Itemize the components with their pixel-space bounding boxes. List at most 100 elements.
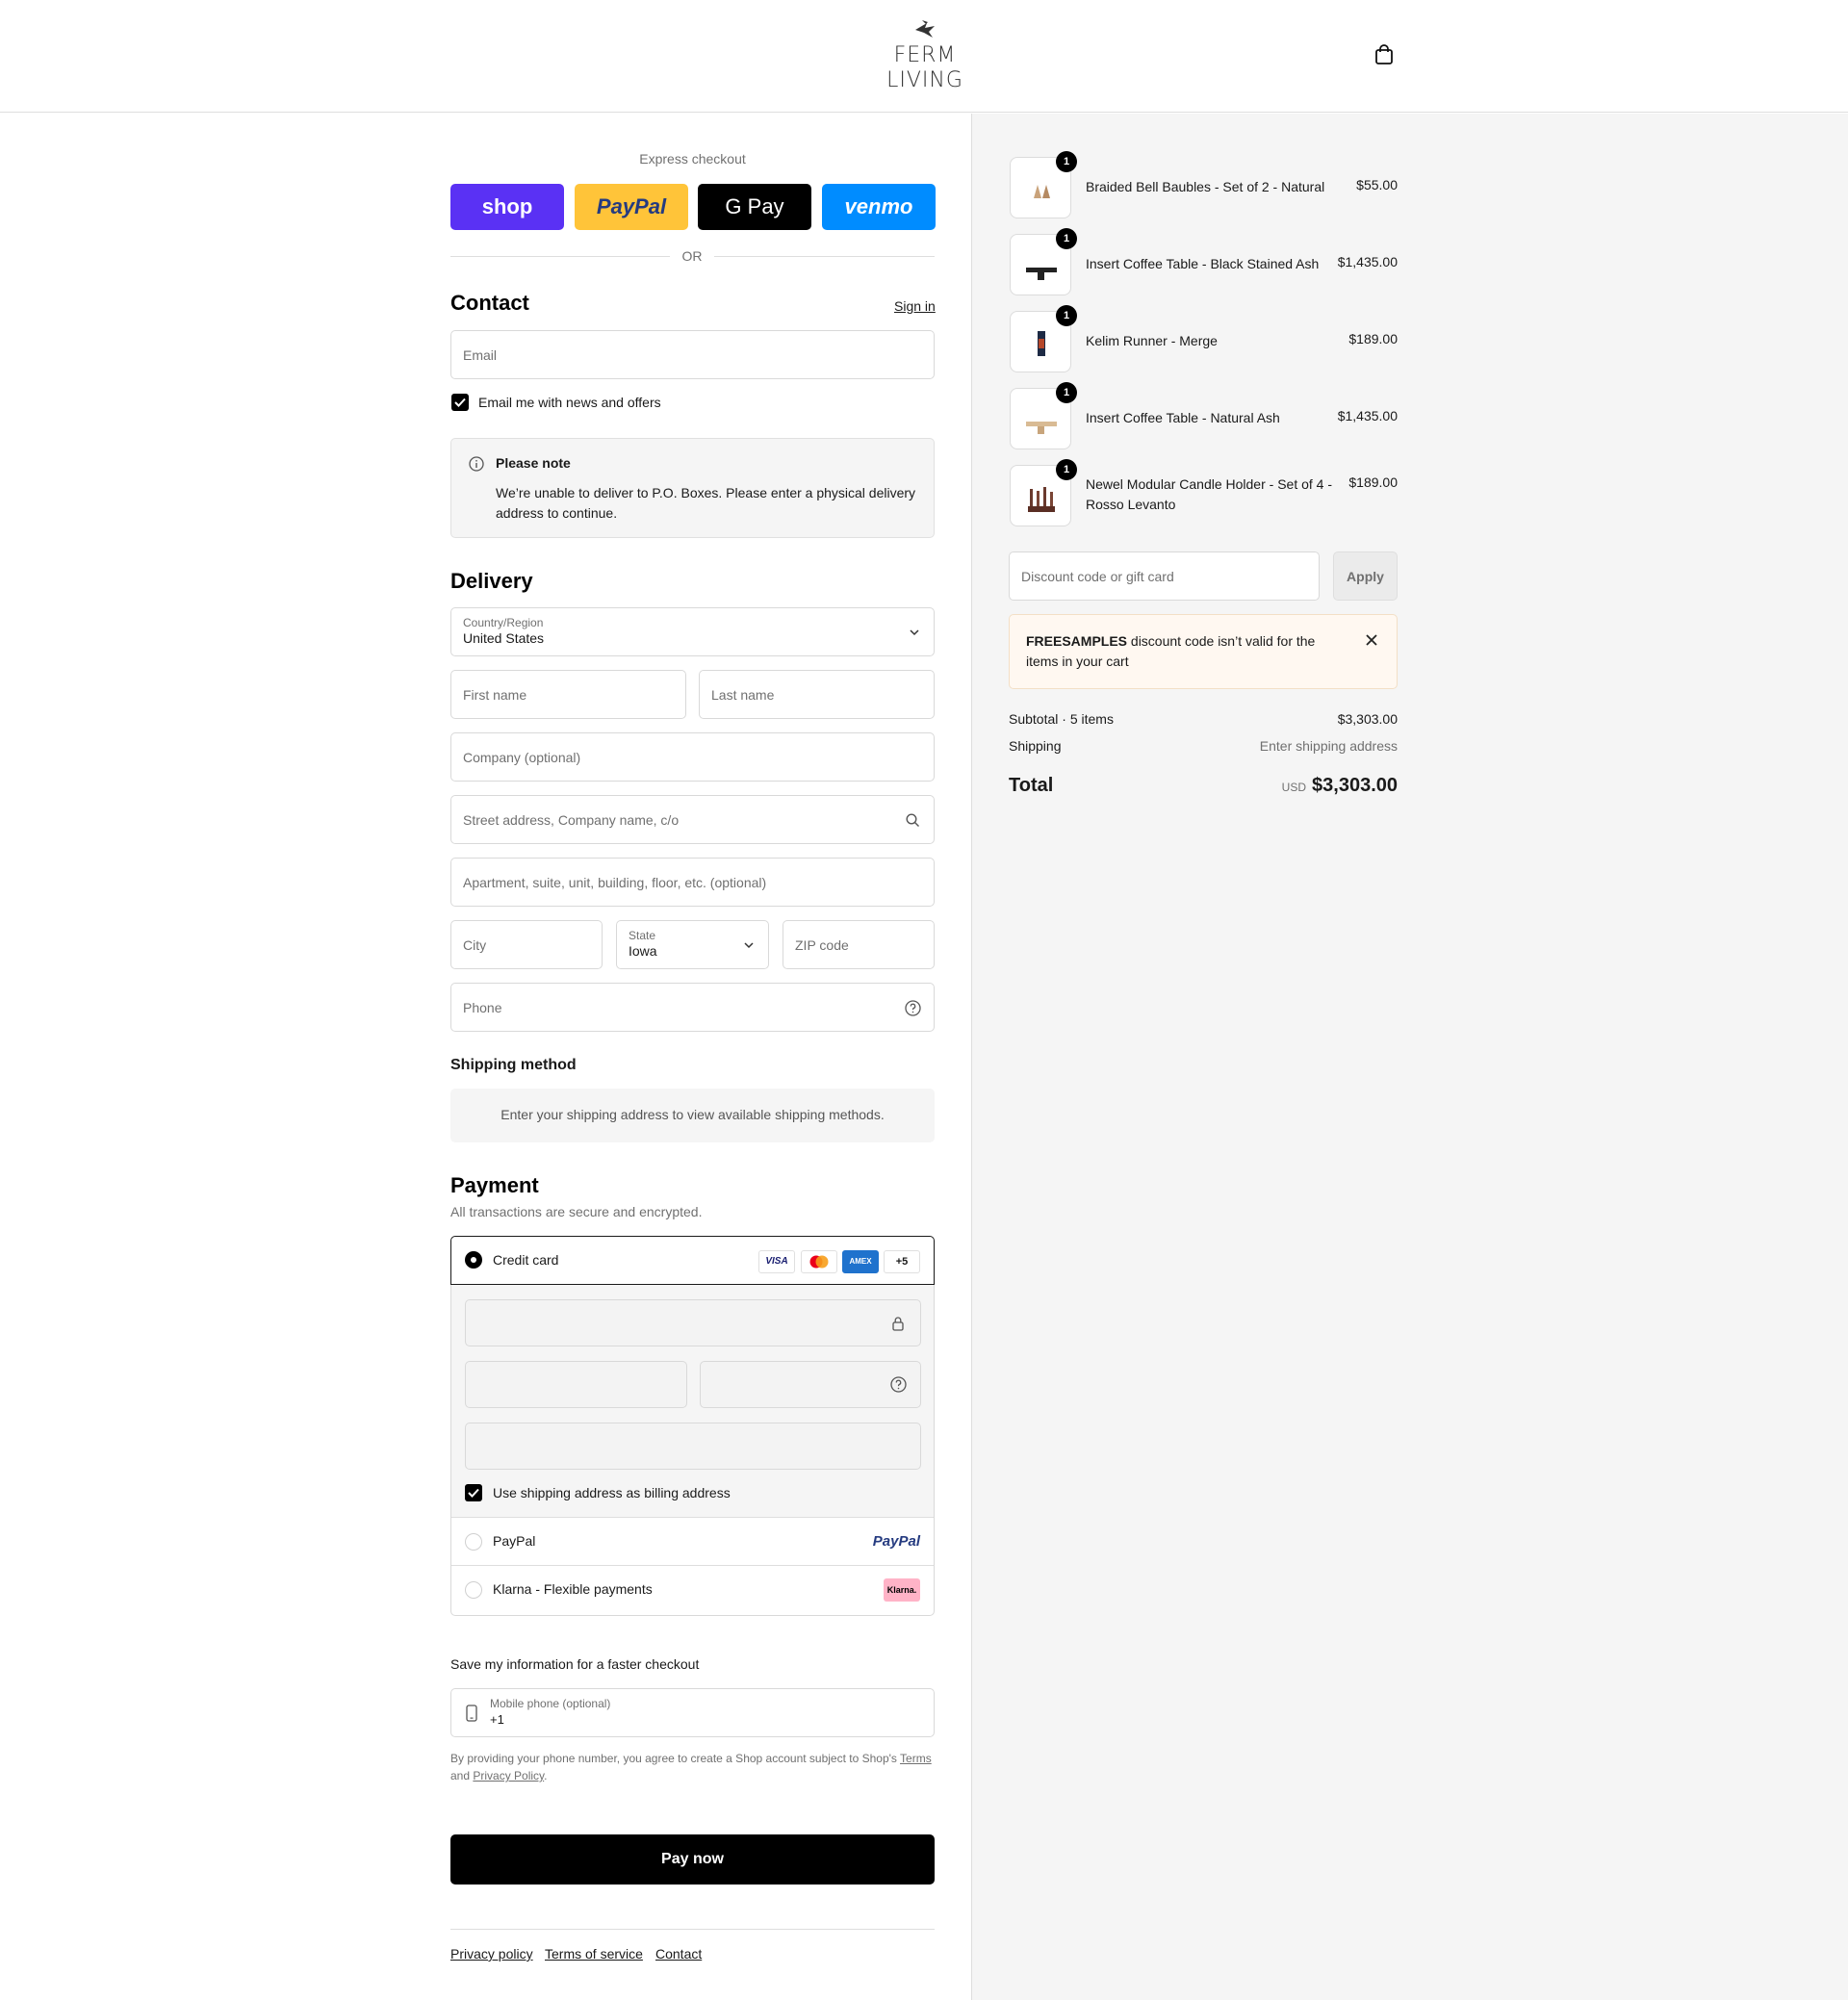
paypal-logo: PayPal xyxy=(872,1533,920,1550)
shipping-method-placeholder: Enter your shipping address to view avai… xyxy=(450,1089,935,1142)
expiry-field[interactable] xyxy=(465,1361,687,1408)
po-box-notice: Please note We’re unable to deliver to P… xyxy=(450,438,935,538)
help-icon[interactable] xyxy=(890,1376,907,1393)
product-name: Insert Coffee Table - Black Stained Ash xyxy=(1086,256,1320,271)
brand-logo[interactable]: FERM LIVING xyxy=(884,19,966,93)
email-field[interactable]: Email xyxy=(450,330,935,379)
mastercard-icon xyxy=(801,1250,837,1273)
order-summary-panel xyxy=(971,114,1848,2000)
or-divider-label: OR xyxy=(681,248,703,264)
credit-card-label: Credit card xyxy=(493,1252,559,1268)
shop-terms-link[interactable]: Terms xyxy=(900,1752,932,1765)
klarna-radio[interactable] xyxy=(465,1581,482,1599)
express-checkout-title: Express checkout xyxy=(639,151,746,167)
or-divider-right xyxy=(714,256,935,257)
country-value: United States xyxy=(463,630,545,646)
legal-and: and xyxy=(450,1769,471,1782)
newsletter-label[interactable]: Email me with news and offers xyxy=(478,395,661,410)
product-name-line-1: Newel Modular Candle Holder - Set of 4 - xyxy=(1086,476,1333,492)
quantity-badge: 1 xyxy=(1056,305,1077,326)
paypal-option[interactable]: PayPal PayPal xyxy=(451,1518,934,1566)
card-details-area: Use shipping address as billing address xyxy=(451,1285,934,1518)
notice-body-line-2: address to continue. xyxy=(496,505,618,521)
venmo-button[interactable]: venmo xyxy=(822,184,936,230)
discount-code-field[interactable]: Discount code or gift card xyxy=(1009,551,1320,601)
help-icon[interactable] xyxy=(905,1000,921,1016)
quantity-badge: 1 xyxy=(1056,228,1077,249)
footer-contact-link[interactable]: Contact xyxy=(655,1946,702,1962)
product-price: $189.00 xyxy=(1348,474,1398,490)
header: FERM LIVING xyxy=(0,0,1848,113)
billing-same-checkbox[interactable] xyxy=(465,1484,482,1501)
mobile-phone-field[interactable]: Mobile phone (optional) +1 xyxy=(450,1688,935,1737)
logo-line-2: LIVING xyxy=(886,68,963,92)
shop-pay-button[interactable]: shop xyxy=(450,184,564,230)
shipping-method-heading: Shipping method xyxy=(450,1057,577,1073)
pay-now-button[interactable]: Pay now xyxy=(450,1834,935,1885)
klarna-option-label: Klarna - Flexible payments xyxy=(493,1581,653,1597)
google-pay-button[interactable]: G Pay xyxy=(698,184,811,230)
state-label: State xyxy=(629,929,656,942)
email-placeholder: Email xyxy=(463,346,498,363)
product-name: Kelim Runner - Merge xyxy=(1086,333,1218,348)
newsletter-checkbox[interactable] xyxy=(451,394,469,411)
billing-same-label[interactable]: Use shipping address as billing address xyxy=(493,1485,731,1500)
total-amount: USD $3,303.00 xyxy=(1282,775,1398,797)
apartment-field[interactable]: Apartment, suite, unit, building, floor,… xyxy=(450,858,935,907)
last-name-field[interactable]: Last name xyxy=(699,670,935,719)
close-icon[interactable] xyxy=(1366,634,1377,646)
mobile-phone-label: Mobile phone (optional) xyxy=(490,1697,611,1710)
paypal-option-label: PayPal xyxy=(493,1533,536,1549)
footer-terms-link[interactable]: Terms of service xyxy=(545,1946,643,1962)
state-select[interactable]: State Iowa xyxy=(616,920,769,969)
subtotal-value: $3,303.00 xyxy=(1337,711,1398,727)
phone-placeholder: Phone xyxy=(463,999,502,1015)
chevron-down-icon xyxy=(910,629,919,636)
radio-dot xyxy=(471,1257,476,1263)
zip-placeholder: ZIP code xyxy=(795,936,849,953)
city-field[interactable]: City xyxy=(450,920,603,969)
payment-heading: Payment xyxy=(450,1173,539,1197)
product-price: $189.00 xyxy=(1348,331,1398,346)
sign-in-link[interactable]: Sign in xyxy=(894,298,936,314)
country-select[interactable]: Country/Region United States xyxy=(450,607,935,656)
save-info-heading: Save my information for a faster checkou… xyxy=(450,1656,700,1672)
paypal-express-button[interactable]: PayPal xyxy=(575,184,688,230)
paypal-express-label: PayPal xyxy=(596,194,667,218)
card-number-field[interactable] xyxy=(465,1299,921,1346)
shop-privacy-link[interactable]: Privacy Policy xyxy=(473,1769,544,1782)
zip-field[interactable]: ZIP code xyxy=(783,920,935,969)
checkmark-icon xyxy=(454,397,466,407)
discount-code-placeholder: Discount code or gift card xyxy=(1021,568,1174,584)
quantity-badge: 1 xyxy=(1056,459,1077,480)
klarna-option[interactable]: Klarna - Flexible payments Klarna. xyxy=(451,1566,934,1615)
name-on-card-field[interactable] xyxy=(465,1423,921,1470)
notice-body-line-1: We’re unable to deliver to P.O. Boxes. P… xyxy=(496,485,916,500)
street-address-field[interactable]: Street address, Company name, c/o xyxy=(450,795,935,844)
paypal-radio[interactable] xyxy=(465,1533,482,1551)
amex-icon: AMEX xyxy=(842,1250,879,1273)
legal-end: . xyxy=(544,1769,548,1782)
first-name-field[interactable]: First name xyxy=(450,670,686,719)
apply-discount-button[interactable]: Apply xyxy=(1333,551,1398,601)
shopping-bag-icon xyxy=(1375,44,1393,64)
street-address-placeholder: Street address, Company name, c/o xyxy=(463,811,680,828)
company-placeholder: Company (optional) xyxy=(463,749,581,765)
discount-error-code: FREESAMPLES xyxy=(1026,633,1128,649)
credit-card-radio[interactable] xyxy=(465,1251,482,1269)
product-name: Newel Modular Candle Holder - Set of 4 -… xyxy=(1086,474,1336,515)
total-label: Total xyxy=(1009,775,1054,796)
legal-text: By providing your phone number, you agre… xyxy=(450,1752,897,1765)
cart-button[interactable] xyxy=(1374,44,1398,67)
company-field[interactable]: Company (optional) xyxy=(450,732,935,782)
product-name: Insert Coffee Table - Natural Ash xyxy=(1086,410,1280,425)
state-value: Iowa xyxy=(629,943,657,959)
security-code-field[interactable] xyxy=(700,1361,921,1408)
phone-field[interactable]: Phone xyxy=(450,983,935,1032)
mastercard-circles-icon xyxy=(809,1255,829,1269)
shop-pay-label: shop xyxy=(481,194,533,218)
search-icon xyxy=(906,813,919,827)
footer-privacy-policy-link[interactable]: Privacy policy xyxy=(450,1946,533,1962)
discount-error-message: discount code isn’t valid for the xyxy=(1127,633,1316,649)
apply-label: Apply xyxy=(1347,569,1384,584)
